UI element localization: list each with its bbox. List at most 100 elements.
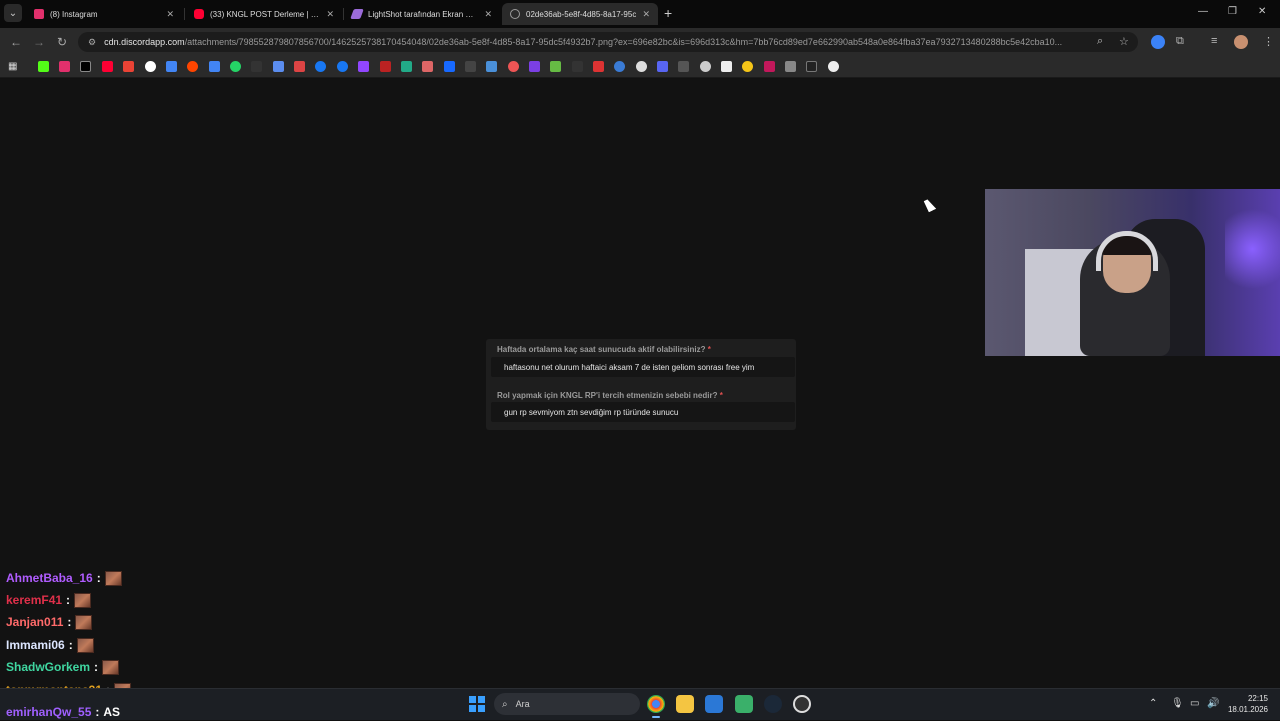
chat-message: keremF41:	[6, 591, 92, 609]
bookmark-icon[interactable]	[636, 61, 647, 72]
avatar[interactable]	[1234, 35, 1248, 49]
extensions-puzzle-icon[interactable]: ⧉	[1176, 35, 1184, 48]
bookmark-icon[interactable]	[678, 61, 689, 72]
bookmark-icon[interactable]	[380, 61, 391, 72]
taskbar-search[interactable]: ⌕ Ara	[494, 693, 640, 715]
bookmark-icon[interactable]	[465, 61, 476, 72]
back-button[interactable]: ←	[10, 34, 22, 50]
media-control-icon[interactable]: ≡	[1211, 35, 1217, 47]
bookmark-icon[interactable]	[785, 61, 796, 72]
address-bar[interactable]: ⚙ cdn.discordapp.com/attachments/7985528…	[78, 32, 1138, 52]
whatsapp-icon[interactable]	[230, 61, 241, 72]
chat-username: emirhanQw_55	[6, 705, 92, 719]
tab-lightshot[interactable]: LightShot tarafından Ekran Gör ✕	[344, 3, 500, 25]
bookmark-icon[interactable]	[273, 61, 284, 72]
taskbar-clock[interactable]: 22:15 18.01.2026	[1224, 693, 1268, 715]
twitch-icon[interactable]	[358, 61, 369, 72]
bookmark-icon[interactable]	[401, 61, 412, 72]
bookmark-icon[interactable]	[721, 61, 732, 72]
bookmark-icon[interactable]	[422, 61, 433, 72]
x-bookmark-icon[interactable]	[80, 61, 91, 72]
close-icon[interactable]: ✕	[642, 9, 650, 20]
translate-icon[interactable]	[209, 61, 220, 72]
bookmark-icon[interactable]	[572, 61, 583, 72]
steam-icon[interactable]	[764, 695, 782, 713]
gmail-icon[interactable]	[123, 61, 134, 72]
tab-title: (8) Instagram	[50, 9, 98, 19]
search-placeholder: Ara	[515, 699, 530, 709]
tab-search-button[interactable]: ⌄	[4, 4, 22, 22]
close-icon[interactable]: ✕	[484, 9, 492, 20]
bookmark-icon[interactable]	[294, 61, 305, 72]
app-icon[interactable]	[793, 695, 811, 713]
emote-icon	[74, 592, 92, 608]
bookmark-icon[interactable]	[764, 61, 775, 72]
new-tab-button[interactable]: +	[664, 6, 672, 20]
extension-icon[interactable]	[1151, 35, 1165, 49]
instagram-bookmark-icon[interactable]	[59, 61, 70, 72]
bookmark-icon[interactable]	[700, 61, 711, 72]
close-icon[interactable]: ✕	[166, 9, 174, 20]
form-answer-2: gun rp sevmiyom ztn sevdiğim rp türünde …	[504, 408, 679, 417]
bookmark-icon[interactable]	[251, 61, 262, 72]
google-icon[interactable]	[145, 61, 156, 72]
bookmark-icon[interactable]	[486, 61, 497, 72]
tab-title: 02de36ab-5e8f-4d85-8a17-95c	[526, 9, 637, 19]
zoom-icon[interactable]: ⌕	[1097, 35, 1103, 48]
minimize-button[interactable]: —	[1198, 6, 1208, 17]
chat-username: Janjan011	[6, 615, 64, 629]
chat-colon: :	[96, 571, 101, 585]
reddit-icon[interactable]	[187, 61, 198, 72]
bookmark-icon[interactable]	[657, 61, 668, 72]
bookmark-icon[interactable]	[593, 61, 604, 72]
bookmark-icon[interactable]	[508, 61, 519, 72]
site-info-icon[interactable]: ⚙	[88, 37, 96, 48]
menu-icon[interactable]: ⋮	[1263, 35, 1274, 48]
youtube-bookmark-icon[interactable]	[102, 61, 113, 72]
url-text[interactable]: cdn.discordapp.com/attachments/798552879…	[104, 37, 1084, 47]
bookmark-icon[interactable]	[742, 61, 753, 72]
bookmark-icon[interactable]	[550, 61, 561, 72]
reload-button[interactable]: ↻	[57, 34, 67, 50]
bookmark-icon[interactable]	[315, 61, 326, 72]
start-button[interactable]	[469, 696, 485, 712]
tab-separator	[184, 8, 185, 20]
restore-button[interactable]: ❐	[1228, 6, 1237, 17]
tab-discord-image[interactable]: 02de36ab-5e8f-4d85-8a17-95c ✕	[502, 3, 658, 25]
chat-username: AhmetBaba_16	[6, 571, 93, 585]
chat-colon: :	[67, 615, 72, 629]
clock-time: 22:15	[1247, 694, 1268, 703]
bookmark-icon[interactable]	[828, 61, 839, 72]
apps-grid-icon[interactable]: ▦	[8, 61, 19, 72]
tab-instagram[interactable]: (8) Instagram ✕	[26, 3, 182, 25]
url-host: cdn.discordapp.com	[104, 37, 185, 47]
chevron-up-icon[interactable]: ⌃	[1149, 699, 1157, 709]
tab-youtube[interactable]: (33) KNGL POST Derleme | #1 - ✕	[186, 3, 342, 25]
chat-colon: :	[66, 593, 71, 607]
tab-title: LightShot tarafından Ekran Gör	[368, 9, 479, 19]
chrome-taskbar-icon[interactable]	[647, 695, 665, 718]
drive-icon[interactable]	[166, 61, 177, 72]
app-icon[interactable]	[735, 695, 753, 713]
chat-message: emirhanQw_55: AS	[6, 703, 120, 721]
close-window-button[interactable]: ✕	[1258, 6, 1266, 17]
network-icon[interactable]: ▭	[1190, 699, 1199, 709]
facebook-icon[interactable]	[337, 61, 348, 72]
bookmark-icon[interactable]	[614, 61, 625, 72]
lightshot-icon	[350, 9, 364, 19]
photos-icon[interactable]	[705, 695, 723, 713]
forward-button[interactable]: →	[33, 34, 45, 50]
bookmark-icon[interactable]	[806, 61, 817, 72]
kick-icon[interactable]	[38, 61, 49, 72]
bookmark-star-icon[interactable]: ☆	[1119, 35, 1129, 48]
bookmark-icon[interactable]	[529, 61, 540, 72]
close-icon[interactable]: ✕	[326, 9, 334, 20]
behance-icon[interactable]	[444, 61, 455, 72]
webcam-overlay	[985, 189, 1280, 356]
emote-icon	[75, 614, 93, 630]
volume-icon[interactable]: 🔊	[1207, 699, 1219, 709]
microphone-icon[interactable]: 🎙	[1171, 699, 1184, 709]
file-explorer-icon[interactable]	[676, 695, 694, 713]
form-question-2: Rol yapmak için KNGL RP'i tercih etmeniz…	[497, 391, 723, 400]
chat-colon: :	[95, 705, 100, 719]
